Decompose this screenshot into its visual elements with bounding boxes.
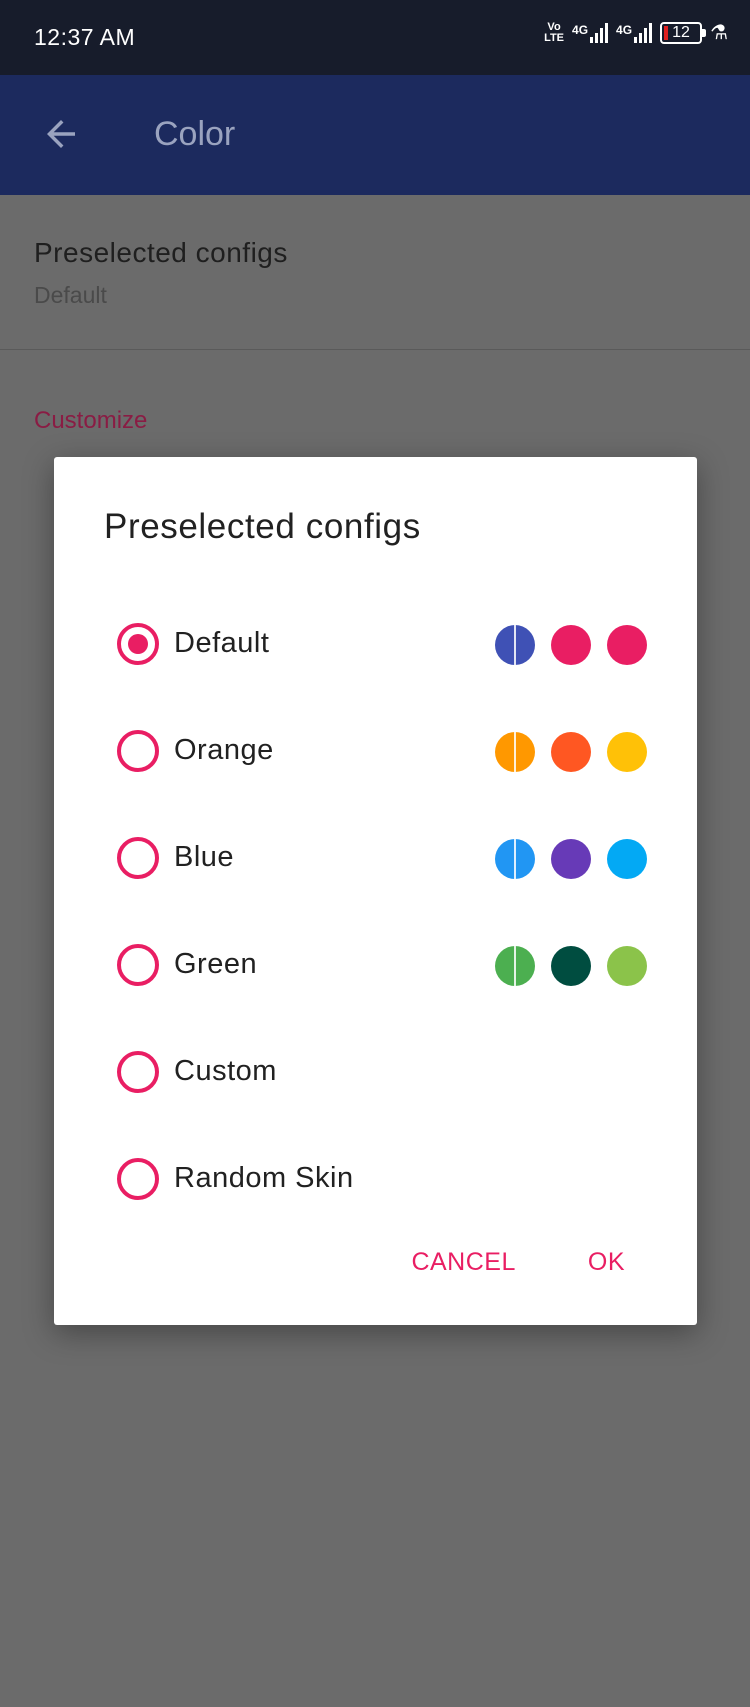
signal-icon-sim1: 4G — [572, 22, 609, 43]
color-swatch — [607, 625, 647, 665]
dialog-title: Preselected configs — [104, 507, 421, 546]
option-label: Random Skin — [174, 1162, 354, 1194]
status-time: 12:37 AM — [34, 24, 136, 50]
dialog-actions: CANCEL OK — [411, 1248, 625, 1277]
color-swatch — [495, 946, 535, 986]
color-swatches — [495, 946, 647, 986]
color-swatch — [495, 839, 535, 879]
option-label: Default — [174, 627, 270, 659]
color-swatches — [495, 839, 647, 879]
option-random-skin[interactable]: Random Skin — [54, 1140, 697, 1220]
cancel-button[interactable]: CANCEL — [411, 1248, 515, 1277]
volte-icon: Vo LTE — [544, 20, 565, 44]
category-header: Customize — [34, 407, 148, 434]
radio-button[interactable] — [117, 1051, 159, 1093]
color-swatch — [551, 839, 591, 879]
color-swatch — [607, 732, 647, 772]
color-swatch — [551, 732, 591, 772]
signal-icon-sim2: 4G — [616, 22, 653, 43]
option-label: Green — [174, 948, 258, 980]
color-swatch — [551, 625, 591, 665]
app-toolbar: Color — [0, 75, 750, 195]
option-label: Blue — [174, 841, 235, 873]
option-blue[interactable]: Blue — [54, 819, 697, 899]
color-swatch — [495, 732, 535, 772]
color-swatch — [495, 625, 535, 665]
radio-button[interactable] — [117, 1158, 159, 1200]
color-swatch — [551, 946, 591, 986]
option-green[interactable]: Green — [54, 926, 697, 1006]
radio-button[interactable] — [117, 623, 159, 665]
ok-button[interactable]: OK — [588, 1248, 625, 1277]
color-swatch — [607, 839, 647, 879]
status-bar: 12:37 AM Vo LTE 4G 4G 12 ⚗ — [0, 0, 750, 75]
option-label: Orange — [174, 734, 274, 766]
color-swatch — [607, 946, 647, 986]
page-title: Color — [154, 115, 236, 153]
radio-button[interactable] — [117, 944, 159, 986]
radio-button[interactable] — [117, 730, 159, 772]
option-custom[interactable]: Custom — [54, 1033, 697, 1113]
preselected-configs-dialog: Preselected configs Default Orange Blue Gre… — [54, 457, 697, 1325]
pref-title: Preselected configs — [34, 237, 288, 268]
status-icons: Vo LTE 4G 4G 12 ⚗ — [544, 20, 728, 45]
option-orange[interactable]: Orange — [54, 712, 697, 792]
radio-button[interactable] — [117, 837, 159, 879]
divider — [0, 349, 750, 350]
color-swatches — [495, 732, 647, 772]
option-default[interactable]: Default — [54, 605, 697, 685]
battery-level: 12 — [672, 23, 690, 41]
option-label: Custom — [174, 1055, 277, 1087]
pref-summary: Default — [34, 282, 107, 308]
arrow-left-icon[interactable] — [40, 113, 82, 155]
color-swatches — [495, 625, 647, 665]
battery-icon: 12 — [660, 21, 707, 44]
flask-icon: ⚗ — [710, 22, 728, 44]
